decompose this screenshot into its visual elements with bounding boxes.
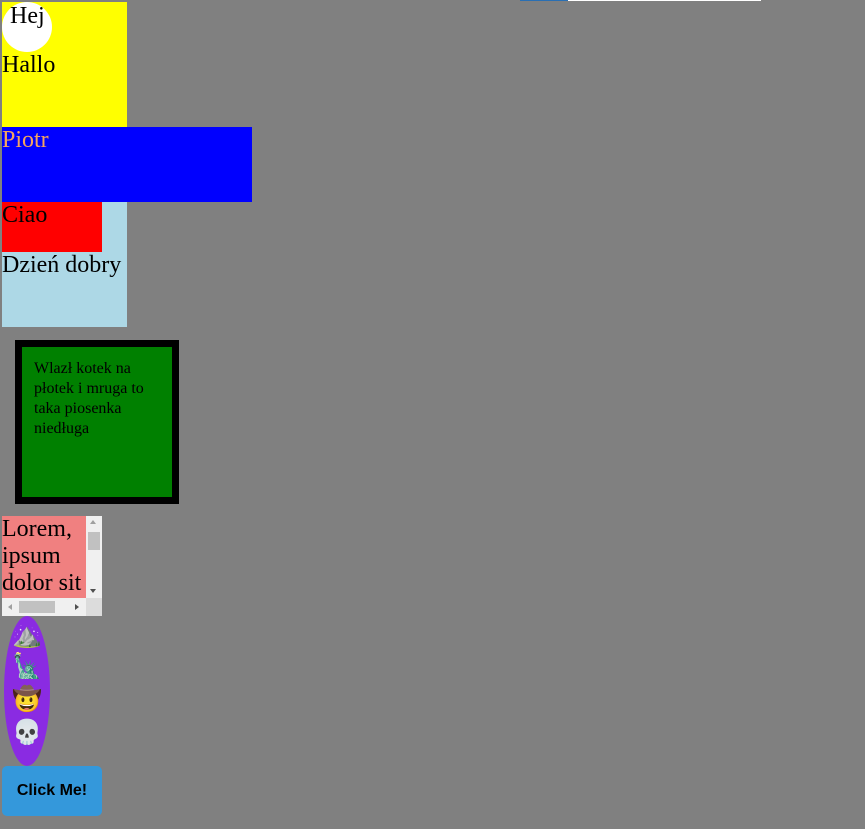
circle-label: Hej bbox=[10, 3, 45, 29]
vertical-scrollbar[interactable] bbox=[86, 516, 102, 598]
scroll-up-arrow-icon[interactable] bbox=[90, 520, 96, 524]
scroll-down-arrow-icon[interactable] bbox=[90, 589, 96, 593]
scrollbar-corner bbox=[86, 598, 102, 616]
green-box-text: Wlazł kotek na płotek i mruga to taka pi… bbox=[34, 360, 144, 437]
cowboy-face-icon: 🤠 bbox=[12, 685, 42, 713]
horizontal-scroll-thumb[interactable] bbox=[19, 601, 55, 613]
mountain-icon: ⛰️ bbox=[12, 621, 42, 649]
top-strip-blue bbox=[520, 0, 568, 1]
click-me-button[interactable]: Click Me! bbox=[2, 766, 102, 816]
skull-icon: 💀 bbox=[12, 718, 42, 746]
red-box-label: Ciao bbox=[2, 202, 48, 228]
lightblue-box-label: Dzień dobry bbox=[2, 252, 122, 278]
scroll-right-arrow-icon[interactable] bbox=[75, 604, 79, 610]
scroll-box-text: Lorem, ipsum dolor sit bbox=[2, 516, 82, 596]
blue-bar-label: Piotr bbox=[2, 127, 49, 153]
vertical-scroll-thumb[interactable] bbox=[88, 532, 100, 550]
statue-of-liberty-icon: 🗽 bbox=[12, 652, 42, 680]
scroll-left-arrow-icon[interactable] bbox=[8, 604, 12, 610]
top-strip-white bbox=[568, 0, 761, 1]
yellow-box-label: Hallo bbox=[2, 52, 56, 78]
